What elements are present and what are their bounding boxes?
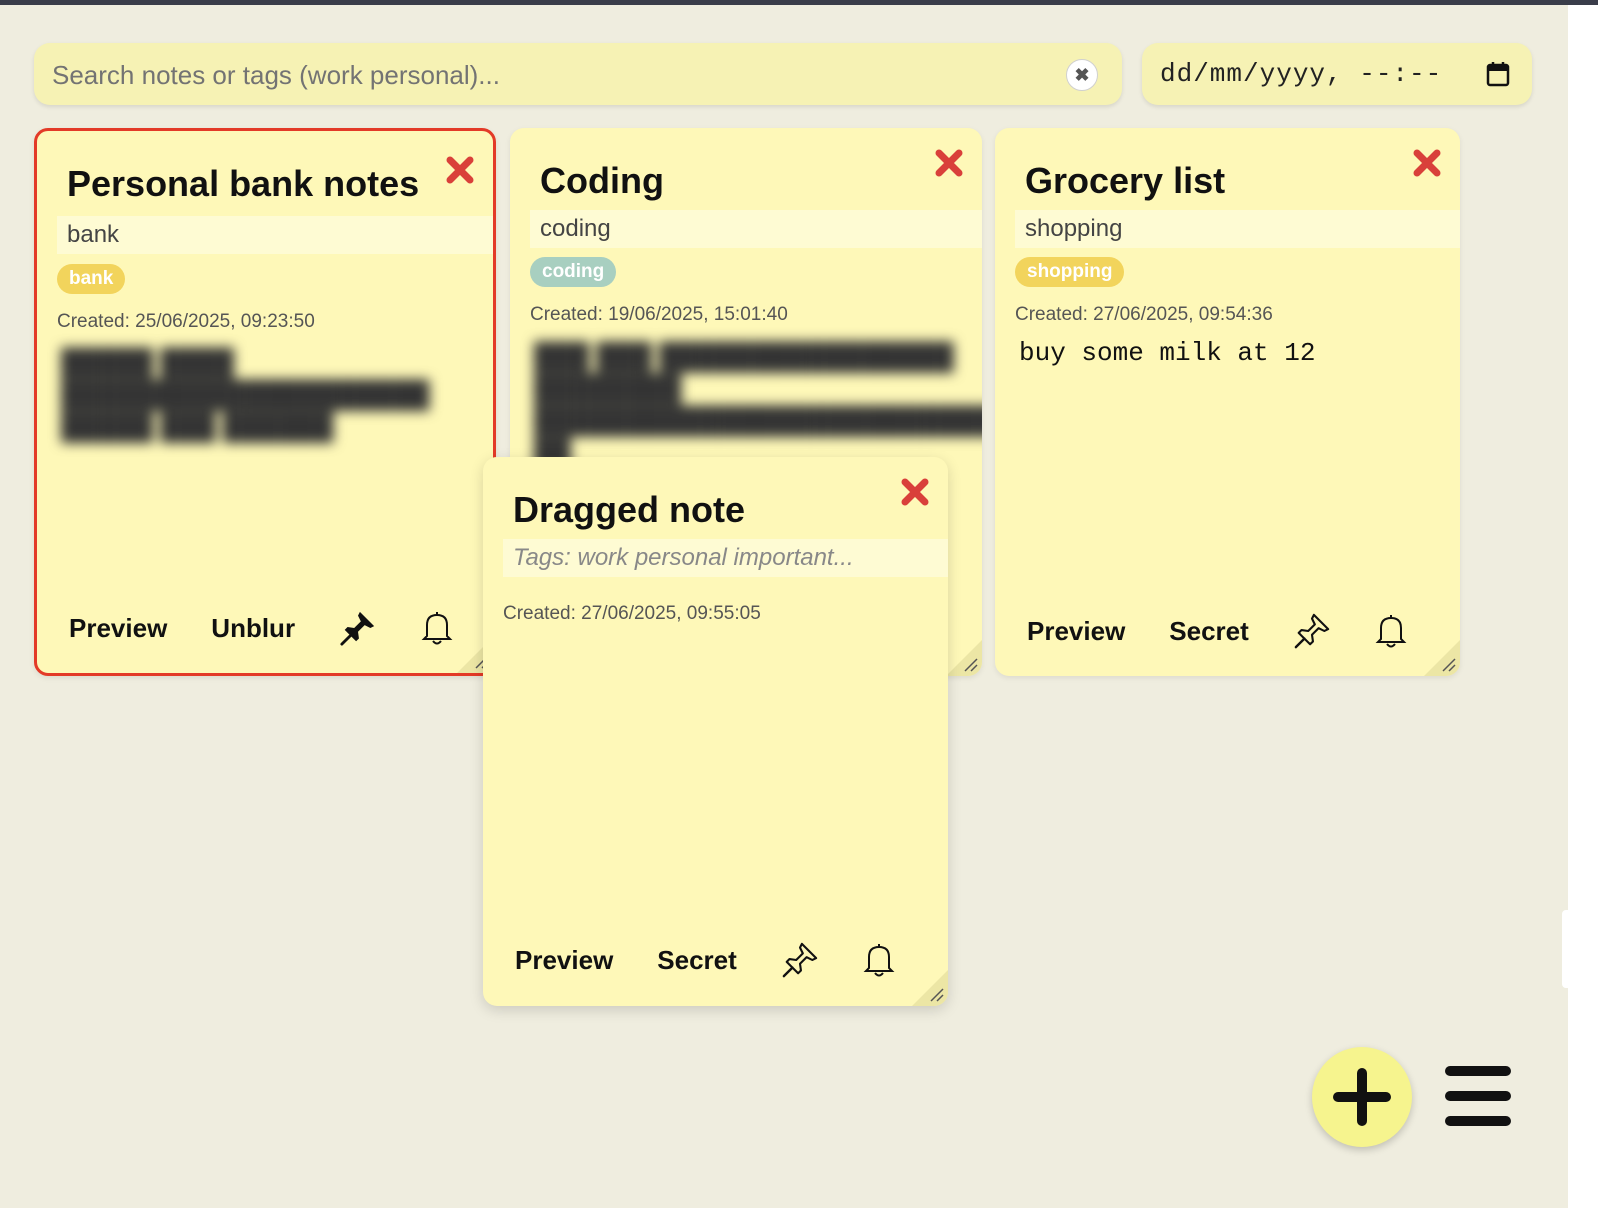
close-icon[interactable] <box>1412 148 1442 178</box>
blurred-note-content[interactable]: █████ ████ ████████████████████ █████ ██… <box>61 346 441 442</box>
note-card[interactable]: Dragged note Tags: work personal importa… <box>483 457 948 1006</box>
tag-chip[interactable]: shopping <box>1015 257 1125 287</box>
datetime-input[interactable]: dd/mm/yyyy, --:-- <box>1160 59 1442 89</box>
preview-button[interactable]: Preview <box>515 945 613 976</box>
resize-grip-icon <box>1442 658 1456 672</box>
tag-chip[interactable]: coding <box>530 257 617 287</box>
note-actions: Preview Secret <box>1027 612 1407 650</box>
note-actions: Preview Unblur <box>69 609 453 647</box>
close-icon[interactable] <box>445 155 475 185</box>
close-icon[interactable] <box>900 477 930 507</box>
preview-button[interactable]: Preview <box>1027 616 1125 647</box>
blurred-placeholder-3: █████████████████████████ <box>534 405 982 435</box>
note-card[interactable]: Personal bank notes bank bank Created: 2… <box>34 128 496 676</box>
hamburger-menu-icon[interactable] <box>1444 1065 1512 1129</box>
note-actions: Preview Secret <box>515 941 895 979</box>
blurred-note-content[interactable]: ███ ███ ████████████████ ████████ ██████… <box>534 340 982 468</box>
tags-input[interactable]: coding <box>530 210 982 248</box>
note-title[interactable]: Personal bank notes <box>67 163 419 205</box>
note-card[interactable]: Grocery list shopping shopping Created: … <box>995 128 1460 676</box>
close-icon[interactable] <box>934 148 964 178</box>
note-title[interactable]: Grocery list <box>1025 160 1225 202</box>
clear-search-button[interactable]: ✖ <box>1066 59 1098 91</box>
secret-button[interactable]: Secret <box>657 945 737 976</box>
blurred-placeholder-2: ████████████████████ <box>61 379 430 409</box>
window-right-frame <box>1568 5 1598 1208</box>
blurred-placeholder-1: ███ ███ ████████████████ <box>534 341 954 371</box>
search-input[interactable] <box>50 43 1054 107</box>
note-title[interactable]: Dragged note <box>513 489 745 531</box>
created-timestamp: Created: 27/06/2025, 09:54:36 <box>1015 304 1273 325</box>
bell-icon[interactable] <box>1375 613 1407 649</box>
blurred-placeholder-1: █████ ████ <box>61 347 235 377</box>
tag-chip[interactable]: bank <box>57 264 126 294</box>
created-timestamp: Created: 25/06/2025, 09:23:50 <box>57 311 315 332</box>
tags-input[interactable]: bank <box>57 216 493 254</box>
created-timestamp: Created: 19/06/2025, 15:01:40 <box>530 304 788 325</box>
note-content[interactable]: buy some milk at 12 <box>1019 338 1315 368</box>
note-title[interactable]: Coding <box>540 160 664 202</box>
pushpin-outline-icon[interactable] <box>781 941 819 979</box>
resize-grip-icon <box>964 658 978 672</box>
blurred-placeholder-3: █████ ███ ██████ <box>61 411 334 441</box>
plus-icon <box>1333 1068 1391 1126</box>
pushpin-outline-icon[interactable] <box>1293 612 1331 650</box>
bell-icon[interactable] <box>421 610 453 646</box>
created-timestamp: Created: 27/06/2025, 09:55:05 <box>503 603 761 624</box>
calendar-icon[interactable] <box>1486 61 1510 87</box>
pushpin-filled-icon[interactable] <box>339 609 377 647</box>
search-bar: ✖ <box>34 43 1122 107</box>
blurred-placeholder-2: ████████ <box>534 373 682 403</box>
unblur-button[interactable]: Unblur <box>211 613 295 644</box>
bell-icon[interactable] <box>863 942 895 978</box>
tags-input[interactable]: shopping <box>1015 210 1460 248</box>
clear-icon: ✖ <box>1074 64 1090 85</box>
datetime-filter[interactable]: dd/mm/yyyy, --:-- <box>1142 43 1532 105</box>
side-scroll-handle[interactable] <box>1562 910 1568 988</box>
secret-button[interactable]: Secret <box>1169 616 1249 647</box>
preview-button[interactable]: Preview <box>69 613 167 644</box>
tags-input[interactable]: Tags: work personal important... <box>503 539 948 577</box>
notes-app: ✖ dd/mm/yyyy, --:-- Personal bank notes … <box>0 5 1568 1183</box>
add-note-button[interactable] <box>1312 1047 1412 1147</box>
resize-grip-icon <box>930 988 944 1002</box>
